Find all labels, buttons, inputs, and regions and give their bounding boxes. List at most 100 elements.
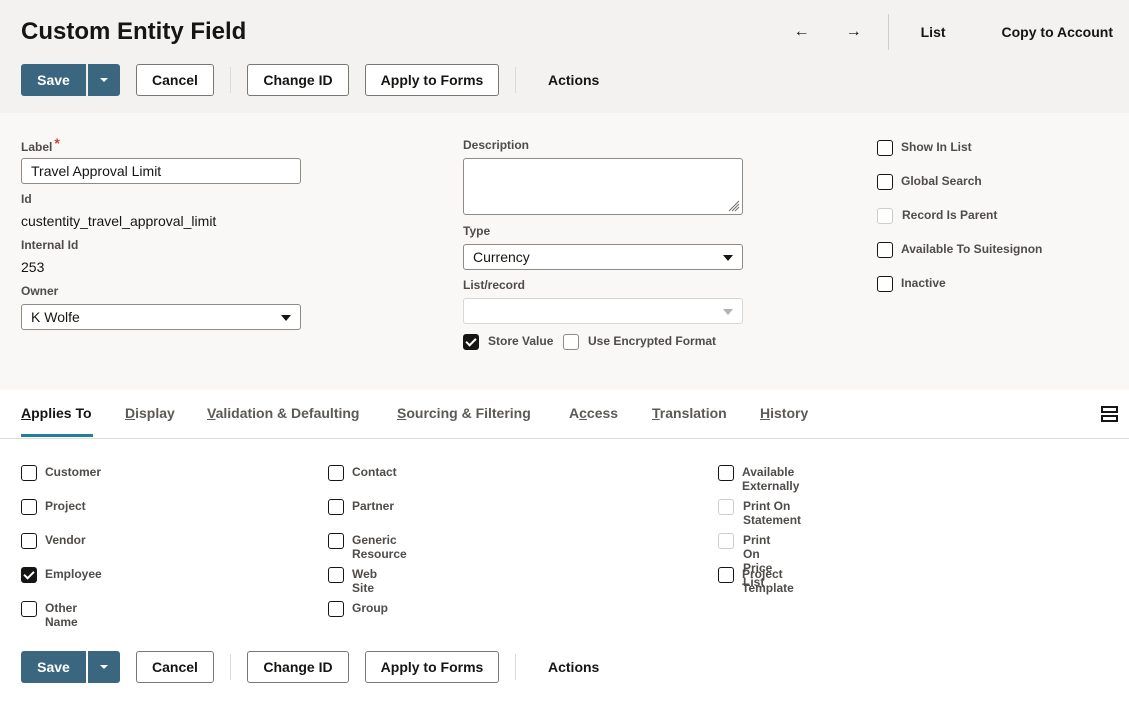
internal-id-label: Internal Id [21, 238, 79, 252]
tab-validation-and-defaulting[interactable]: Validation & Defaulting [207, 405, 359, 421]
page-header: Custom Entity Field ← → List Copy to Acc… [0, 0, 1129, 113]
save-button[interactable]: Save [21, 651, 86, 683]
nav-divider [887, 14, 889, 50]
print-on-statement-label: Print On Statement [743, 499, 802, 527]
change-id-button[interactable]: Change ID [247, 64, 349, 96]
available-externally-checkbox[interactable] [718, 465, 734, 481]
web-site-label: Web Site [352, 567, 378, 595]
project-label: Project [45, 499, 86, 513]
available-to-suitesignon-label: Available To Suitesignon [901, 242, 1043, 256]
tab-display[interactable]: Display [125, 405, 175, 421]
tab-sourcing-and-filtering[interactable]: Sourcing & Filtering [397, 405, 531, 421]
partner-label: Partner [352, 499, 395, 513]
store-value-checkbox[interactable] [463, 334, 479, 350]
group-checkbox[interactable] [328, 601, 344, 617]
cancel-button[interactable]: Cancel [136, 651, 214, 683]
required-indicator: * [54, 135, 60, 151]
chevron-down-icon [281, 315, 291, 321]
vendor-checkbox[interactable] [21, 533, 37, 549]
list-record-select [463, 298, 743, 324]
save-menu-button[interactable] [86, 64, 120, 96]
chevron-down-icon [723, 255, 733, 261]
internal-id-value: 253 [21, 259, 45, 275]
print-on-price-list-checkbox [718, 533, 734, 549]
apply-to-forms-button[interactable]: Apply to Forms [365, 64, 499, 96]
customer-label: Customer [45, 465, 102, 479]
generic-resource-checkbox[interactable] [328, 533, 344, 549]
show-in-list-label: Show In List [901, 140, 972, 154]
record-is-parent-checkbox [877, 208, 893, 224]
project-checkbox[interactable] [21, 499, 37, 515]
change-id-button[interactable]: Change ID [247, 651, 349, 683]
available-externally-label: Available Externally [742, 465, 800, 493]
save-split-button: Save [21, 651, 120, 683]
label-caption: Label [21, 140, 53, 154]
page-title: Custom Entity Field [21, 18, 247, 45]
type-label: Type [463, 224, 491, 238]
chevron-down-icon [723, 309, 733, 315]
generic-resource-label: Generic Resource [352, 533, 407, 561]
toolbar-divider [515, 67, 516, 93]
resize-grip-icon[interactable] [728, 200, 740, 212]
partner-checkbox[interactable] [328, 499, 344, 515]
customer-checkbox[interactable] [21, 465, 37, 481]
group-label: Group [352, 601, 388, 615]
accesskey-letter: T [652, 405, 660, 421]
description-textarea[interactable] [463, 158, 743, 215]
store-value-label: Store Value [488, 334, 554, 348]
tab-history[interactable]: History [760, 405, 808, 421]
toolbar-divider [515, 654, 516, 680]
save-split-button: Save [21, 64, 120, 96]
arrow-left-icon[interactable]: ← [776, 23, 828, 41]
type-value: Currency [473, 249, 530, 265]
accesskey-letter: D [125, 405, 136, 421]
inactive-checkbox[interactable] [877, 276, 893, 292]
available-to-suitesignon-checkbox[interactable] [877, 242, 893, 258]
list-record-label: List/record [463, 278, 526, 292]
toolbar-divider [230, 654, 231, 680]
contact-label: Contact [352, 465, 397, 479]
actions-menu-button[interactable]: Actions [532, 659, 615, 675]
copy-to-account-link[interactable]: Copy to Account [962, 24, 1129, 40]
owner-value: K Wolfe [31, 309, 80, 325]
label-input[interactable]: Travel Approval Limit [21, 158, 301, 184]
accesskey-letter: H [760, 405, 771, 421]
global-search-label: Global Search [901, 174, 982, 188]
save-button[interactable]: Save [21, 64, 86, 96]
top-button-bar: Save Cancel Change ID Apply to Forms Act… [21, 64, 615, 96]
other-name-checkbox[interactable] [21, 601, 37, 617]
main-form: Label * Travel Approval Limit Id custenti… [0, 113, 1129, 390]
project-template-checkbox[interactable] [718, 567, 734, 583]
caret-down-icon [100, 78, 108, 82]
global-search-checkbox[interactable] [877, 174, 893, 190]
accesskey-letter: c [579, 405, 587, 421]
accesskey-letter: A [21, 405, 32, 421]
web-site-checkbox[interactable] [328, 567, 344, 583]
show-in-list-checkbox[interactable] [877, 140, 893, 156]
save-menu-button[interactable] [86, 651, 120, 683]
accesskey-letter: S [397, 405, 407, 421]
employee-checkbox[interactable] [21, 567, 37, 583]
actions-menu-button[interactable]: Actions [532, 72, 615, 88]
bottom-button-bar: Save Cancel Change ID Apply to Forms Act… [21, 651, 615, 683]
use-encrypted-format-checkbox[interactable] [563, 334, 579, 350]
label-field-label: Label * [21, 135, 60, 154]
apply-to-forms-button[interactable]: Apply to Forms [365, 651, 499, 683]
active-tab-indicator [21, 434, 93, 437]
tab-translation[interactable]: Translation [652, 405, 727, 421]
tab-applies-to[interactable]: Applies To [21, 405, 92, 421]
use-encrypted-format-label: Use Encrypted Format [588, 334, 717, 348]
owner-select[interactable]: K Wolfe [21, 304, 301, 330]
tab-access[interactable]: Access [569, 405, 618, 421]
description-label: Description [463, 138, 530, 152]
arrow-right-icon[interactable]: → [828, 23, 880, 41]
cancel-button[interactable]: Cancel [136, 64, 214, 96]
employee-label: Employee [45, 567, 102, 581]
layout-toggle-icon[interactable] [1101, 406, 1118, 422]
other-name-label: Other Name [45, 601, 78, 629]
subtab-bar: Applies To Display Validation & Defaulting… [0, 390, 1129, 439]
contact-checkbox[interactable] [328, 465, 344, 481]
list-link[interactable]: List [901, 24, 962, 40]
type-select[interactable]: Currency [463, 244, 743, 270]
caret-down-icon [100, 665, 108, 669]
